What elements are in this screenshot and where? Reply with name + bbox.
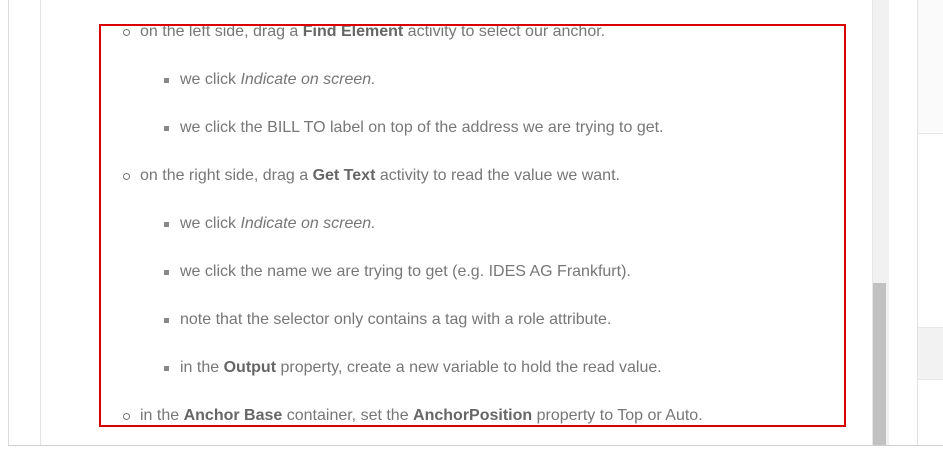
sub-list-item: note that the selector only contains a t…: [180, 311, 611, 329]
text-run: we click: [180, 71, 241, 88]
right-sidebar-top: [918, 0, 943, 134]
list-item: in the Anchor Base container, set the An…: [140, 407, 703, 425]
text-run: on the left side, drag a: [140, 23, 303, 40]
sub-list-item: we click the BILL TO label on top of the…: [180, 119, 664, 137]
sub-list-item: we click Indicate on screen.: [180, 215, 376, 233]
bold-term: Anchor Base: [183, 407, 283, 424]
text-run: activity to select our anchor.: [403, 23, 606, 40]
text-run: note that the selector only contains a t…: [180, 311, 612, 328]
text-run: property, create a new variable to hold …: [276, 359, 662, 376]
right-sidebar-box: [918, 327, 943, 380]
sub-list-item: we click Indicate on screen.: [180, 71, 376, 89]
bold-term: AnchorPosition: [413, 407, 533, 424]
bottom-divider: [8, 445, 943, 446]
text-run: we click the BILL TO label on top of the…: [180, 119, 664, 136]
italic-term: Indicate on screen.: [240, 71, 376, 88]
hollow-circle-bullet-icon: [123, 29, 130, 36]
text-run: container, set the: [282, 407, 414, 424]
text-run: we click the name we are trying to get (…: [180, 263, 631, 280]
square-bullet-icon: [164, 78, 169, 83]
scrollbar-thumb[interactable]: [873, 283, 886, 446]
bold-term: Find Element: [302, 23, 404, 40]
hollow-circle-bullet-icon: [123, 173, 130, 180]
content-margin-line: [40, 0, 41, 446]
text-run: in the: [140, 407, 184, 424]
italic-term: Indicate on screen.: [240, 215, 376, 232]
content-panel: [8, 0, 873, 446]
square-bullet-icon: [164, 366, 169, 371]
square-bullet-icon: [164, 126, 169, 131]
square-bullet-icon: [164, 318, 169, 323]
bold-term: Get Text: [312, 167, 376, 184]
text-run: property to Top or Auto.: [532, 407, 703, 424]
text-run: on the right side, drag a: [140, 167, 313, 184]
sub-list-item: in the Output property, create a new var…: [180, 359, 662, 377]
square-bullet-icon: [164, 222, 169, 227]
list-item: on the right side, drag a Get Text activ…: [140, 167, 620, 185]
text-run: we click: [180, 215, 241, 232]
hollow-circle-bullet-icon: [123, 413, 130, 420]
bold-term: Output: [223, 359, 277, 376]
square-bullet-icon: [164, 270, 169, 275]
left-gutter: [0, 0, 8, 450]
sub-list-item: we click the name we are trying to get (…: [180, 263, 631, 281]
document-viewer: on the left side, drag a Find Element ac…: [0, 0, 943, 450]
text-run: in the: [180, 359, 224, 376]
text-run: activity to read the value we want.: [375, 167, 620, 184]
list-item: on the left side, drag a Find Element ac…: [140, 23, 605, 41]
